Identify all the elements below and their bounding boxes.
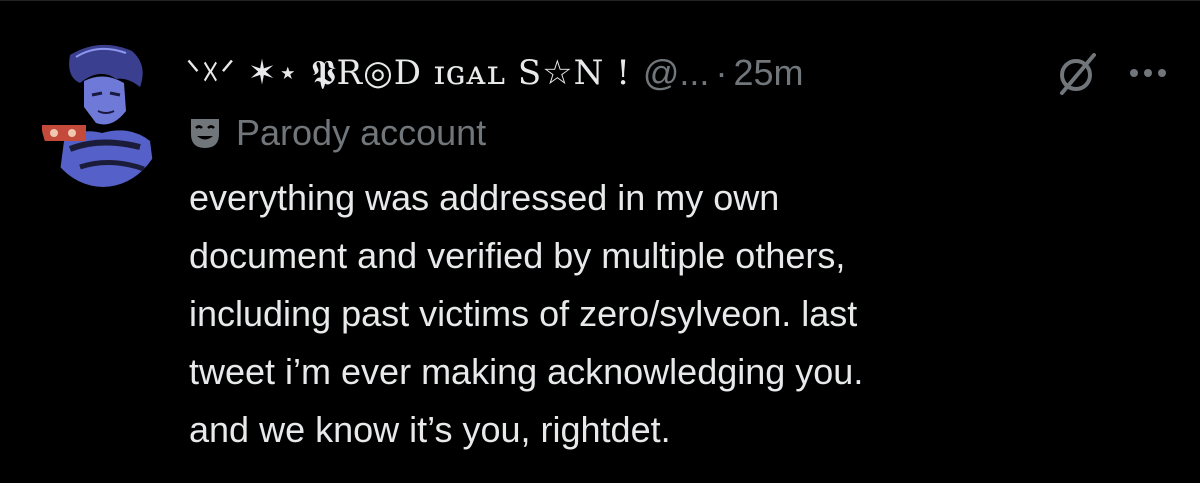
tweet-card[interactable]: ᐠ☓ᐟ ✶⋆ 𝕻R◎D ɪɢᴀʟ S☆N ! @... · 25m Parody… <box>0 0 1200 483</box>
avatar[interactable] <box>40 37 166 187</box>
dot-separator: · <box>715 52 728 93</box>
parody-mask-icon <box>188 116 222 150</box>
grok-icon[interactable] <box>1054 51 1100 97</box>
parody-label: Parody account <box>236 112 487 153</box>
more-options-icon[interactable] <box>1126 53 1170 93</box>
parody-badge: Parody account <box>188 111 486 155</box>
timestamp[interactable]: 25m <box>733 52 803 94</box>
tweet-header: ᐠ☓ᐟ ✶⋆ 𝕻R◎D ɪɢᴀʟ S☆N ! @... · 25m <box>186 43 1186 103</box>
tweet-text: everything was addressed in my own docum… <box>189 177 864 450</box>
avatar-image <box>40 37 166 187</box>
display-name[interactable]: ᐠ☓ᐟ ✶⋆ 𝕻R◎D ɪɢᴀʟ S☆N ! <box>186 53 631 93</box>
user-handle[interactable]: @... <box>643 52 710 94</box>
